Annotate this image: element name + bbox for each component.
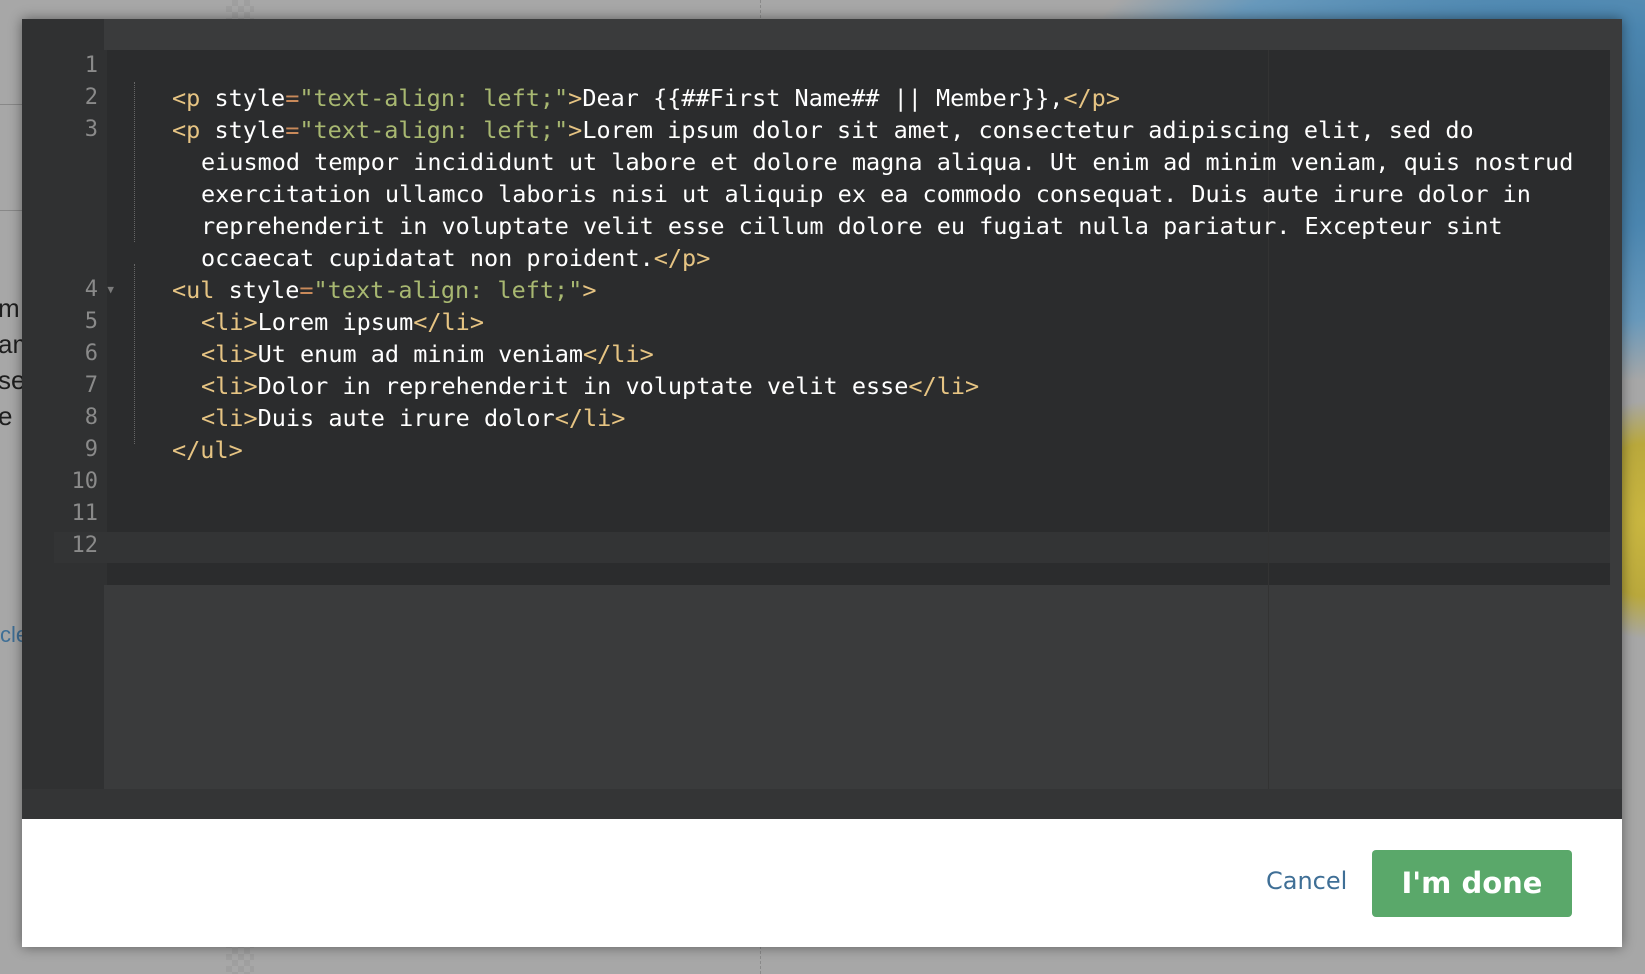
background-text-line: m xyxy=(0,293,20,323)
line-number: 12 xyxy=(71,533,99,558)
background-text-line: e xyxy=(0,401,13,431)
html-tag: </ul> xyxy=(172,436,243,464)
text-content: Lorem ipsum dolor sit amet, consectetur … xyxy=(582,116,1474,144)
cancel-button[interactable]: Cancel xyxy=(1266,861,1347,901)
line-number: 8 xyxy=(84,405,98,430)
attr-equals: = xyxy=(299,276,314,304)
code-line-3: <p style="text-align: left;">Lorem ipsum… xyxy=(172,114,1612,146)
line-number-wrap-spacer xyxy=(54,210,106,242)
background-text: m am se e xyxy=(0,290,24,434)
text-content: Dear {{##First Name## || Member}}, xyxy=(582,84,1064,112)
line-number-wrap-spacer xyxy=(54,242,106,274)
background-input-box xyxy=(0,104,23,211)
text-content: occaecat cupidatat non proident. xyxy=(201,244,654,272)
background-text-line: se xyxy=(0,365,24,395)
line-number: 2 xyxy=(84,85,98,110)
editor-bottom-band xyxy=(22,789,1622,819)
text-content: Lorem ipsum xyxy=(257,308,414,336)
html-tag: </li> xyxy=(554,404,626,432)
line-number: 5 xyxy=(84,309,98,334)
code-line-3-wrap: eiusmod tempor incididunt ut labore et d… xyxy=(201,148,1574,176)
line-number: 9 xyxy=(84,437,98,462)
code-line-7: <li>Dolor in reprehenderit in voluptate … xyxy=(172,370,1612,402)
html-tag: <li> xyxy=(201,372,258,400)
line-number: 11 xyxy=(71,501,99,526)
attr-name: style xyxy=(200,116,286,144)
line-number: 6 xyxy=(84,341,98,366)
text-content: Dolor in reprehenderit in voluptate veli… xyxy=(257,372,909,400)
indent-guide xyxy=(134,264,135,444)
line-number-wrap-spacer xyxy=(54,178,106,210)
line-number: 1 xyxy=(84,53,98,78)
attr-equals: = xyxy=(285,116,300,144)
code-line-6: <li>Ut enum ad minim veniam</li> xyxy=(172,338,1612,370)
modal-footer: Cancel I'm done xyxy=(22,819,1622,947)
code-editor[interactable]: 1 2 3 4 ▼ 5 6 7 8 9 10 11 12 <p style="t… xyxy=(22,19,1622,819)
code-line-3-wrap: exercitation ullamco laboris nisi ut ali… xyxy=(201,180,1531,208)
attr-equals: = xyxy=(285,84,300,112)
code-line-3-wrap: reprehenderit in voluptate velit esse ci… xyxy=(201,212,1503,240)
html-tag: </p> xyxy=(1063,84,1120,112)
html-tag: <p xyxy=(172,116,201,144)
html-tag: <ul xyxy=(172,276,215,304)
code-line-8: <li>Duis aute irure dolor</li> xyxy=(172,402,1612,434)
line-number: 4 xyxy=(84,277,98,302)
html-tag: </p> xyxy=(653,244,711,272)
html-tag: <li> xyxy=(201,340,258,368)
code-line-5: <li>Lorem ipsum</li> xyxy=(172,306,1612,338)
html-tag: <li> xyxy=(201,308,258,336)
html-tag: </li> xyxy=(413,308,484,336)
html-editor-modal: 1 2 3 4 ▼ 5 6 7 8 9 10 11 12 <p style="t… xyxy=(22,19,1622,947)
line-number-foldable: 4 ▼ xyxy=(54,274,114,306)
html-tag: > xyxy=(582,276,597,304)
html-tag: </li> xyxy=(908,372,980,400)
text-content: Ut enum ad minim veniam xyxy=(257,340,584,368)
html-tag: </li> xyxy=(583,340,654,368)
html-tag: > xyxy=(568,116,583,144)
html-tag: <li> xyxy=(201,404,258,432)
background-text-line: am xyxy=(0,329,24,359)
line-number: 7 xyxy=(84,373,98,398)
html-tag: <p xyxy=(172,84,201,112)
attr-value: "text-align: left;" xyxy=(299,84,569,112)
code-line-9: </ul> xyxy=(172,434,1612,466)
code-content[interactable]: <p style="text-align: left;">Dear {{##Fi… xyxy=(172,50,1612,562)
attr-name: style xyxy=(214,276,300,304)
attr-value: "text-align: left;" xyxy=(299,116,569,144)
indent-guide xyxy=(134,82,135,242)
done-button[interactable]: I'm done xyxy=(1372,850,1572,917)
background-link: cle xyxy=(0,622,24,647)
text-content: Duis aute irure dolor xyxy=(257,404,555,432)
code-line-4: <ul style="text-align: left;"> xyxy=(172,274,1612,306)
html-tag: > xyxy=(568,84,583,112)
line-number: 10 xyxy=(71,469,99,494)
attr-value: "text-align: left;" xyxy=(313,276,583,304)
line-number-wrap-spacer xyxy=(54,146,106,178)
code-line-2: <p style="text-align: left;">Dear {{##Fi… xyxy=(172,82,1612,114)
attr-name: style xyxy=(200,84,286,112)
line-numbers: 1 2 3 4 ▼ 5 6 7 8 9 10 11 12 xyxy=(54,50,115,562)
code-line-3-wrap: occaecat cupidatat non proident.</p> xyxy=(172,242,1612,274)
line-number: 3 xyxy=(84,117,98,142)
fold-arrow-icon[interactable]: ▼ xyxy=(107,274,114,306)
